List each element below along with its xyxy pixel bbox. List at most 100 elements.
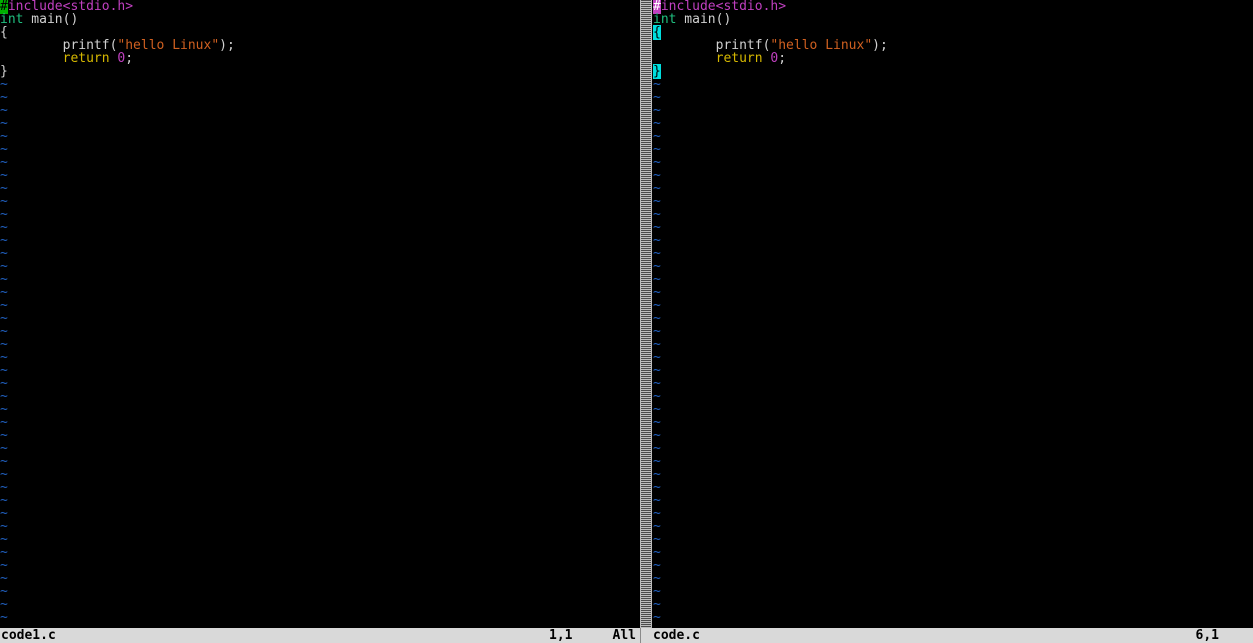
empty-line: ~ [653, 169, 1253, 182]
status-left-percent: All [613, 628, 640, 643]
code-line[interactable]: int main() [0, 13, 639, 26]
pane-left[interactable]: #include<stdio.h>int main(){ printf("hel… [0, 0, 639, 628]
code-line[interactable]: return 0; [0, 52, 639, 65]
empty-line: ~ [0, 260, 639, 273]
code-line[interactable]: } [653, 65, 1253, 78]
empty-line: ~ [0, 585, 639, 598]
empty-line: ~ [0, 494, 639, 507]
code-token: ; [125, 51, 133, 66]
empty-line: ~ [653, 247, 1253, 260]
code-token: return [63, 51, 110, 66]
empty-line: ~ [0, 338, 639, 351]
empty-line: ~ [653, 143, 1253, 156]
empty-line: ~ [0, 286, 639, 299]
empty-line: ~ [0, 377, 639, 390]
empty-line: ~ [653, 546, 1253, 559]
empty-line: ~ [653, 325, 1253, 338]
empty-line: ~ [653, 559, 1253, 572]
empty-line: ~ [0, 520, 639, 533]
code-token: main() [23, 12, 78, 27]
empty-line: ~ [0, 403, 639, 416]
empty-line: ~ [0, 325, 639, 338]
empty-line: ~ [0, 273, 639, 286]
empty-line: ~ [653, 442, 1253, 455]
empty-line: ~ [0, 299, 639, 312]
empty-line: ~ [653, 273, 1253, 286]
code-line[interactable]: #include<stdio.h> [0, 0, 639, 13]
empty-line: ~ [0, 455, 639, 468]
empty-line: ~ [0, 559, 639, 572]
empty-line: ~ [0, 78, 639, 91]
empty-line: ~ [653, 312, 1253, 325]
code-token: ); [872, 38, 888, 53]
empty-line: ~ [653, 117, 1253, 130]
empty-line: ~ [653, 299, 1253, 312]
empty-line: ~ [0, 182, 639, 195]
empty-line: ~ [653, 416, 1253, 429]
code-line[interactable]: return 0; [653, 52, 1253, 65]
empty-line: ~ [653, 390, 1253, 403]
empty-line: ~ [653, 507, 1253, 520]
empty-line: ~ [0, 351, 639, 364]
empty-line: ~ [0, 312, 639, 325]
empty-line: ~ [653, 234, 1253, 247]
empty-line: ~ [0, 234, 639, 247]
status-left: code1.c 1,1 All [0, 628, 640, 643]
vertical-split-separator[interactable] [640, 0, 652, 628]
empty-line: ~ [0, 468, 639, 481]
tilde-marker: ~ [0, 610, 8, 625]
empty-line: ~ [653, 377, 1253, 390]
empty-line: ~ [0, 533, 639, 546]
empty-line: ~ [0, 598, 639, 611]
empty-line: ~ [653, 364, 1253, 377]
empty-line: ~ [653, 182, 1253, 195]
pane-right[interactable]: #include<stdio.h>int main(){ printf("hel… [653, 0, 1253, 628]
empty-line: ~ [653, 91, 1253, 104]
empty-line: ~ [0, 429, 639, 442]
empty-line: ~ [653, 481, 1253, 494]
code-line[interactable]: int main() [653, 13, 1253, 26]
empty-line: ~ [0, 195, 639, 208]
empty-line: ~ [653, 260, 1253, 273]
empty-line: ~ [0, 208, 639, 221]
empty-line: ~ [0, 156, 639, 169]
empty-line: ~ [653, 468, 1253, 481]
empty-line: ~ [653, 338, 1253, 351]
empty-line: ~ [653, 104, 1253, 117]
empty-line: ~ [653, 195, 1253, 208]
tilde-marker: ~ [653, 610, 661, 625]
empty-line: ~ [653, 585, 1253, 598]
code-line[interactable]: #include<stdio.h> [653, 0, 1253, 13]
code-token: ); [219, 38, 235, 53]
empty-line: ~ [0, 442, 639, 455]
empty-line: ~ [653, 78, 1253, 91]
empty-line: ~ [653, 130, 1253, 143]
code-token: ; [778, 51, 786, 66]
empty-line: ~ [0, 507, 639, 520]
status-left-filename: code1.c [0, 628, 56, 643]
empty-line: ~ [0, 130, 639, 143]
empty-line: ~ [653, 156, 1253, 169]
empty-line: ~ [0, 481, 639, 494]
status-line: code1.c 1,1 All code.c 6,1 [0, 628, 1253, 643]
status-separator [640, 628, 652, 643]
status-right-percent [1249, 628, 1253, 643]
empty-line: ~ [0, 364, 639, 377]
code-line[interactable]: } [0, 65, 639, 78]
empty-line: ~ [0, 390, 639, 403]
empty-line: ~ [653, 494, 1253, 507]
empty-line: ~ [653, 520, 1253, 533]
empty-line: ~ [0, 143, 639, 156]
code-token [653, 51, 716, 66]
empty-line: ~ [653, 455, 1253, 468]
empty-line: ~ [0, 546, 639, 559]
code-token: return [716, 51, 763, 66]
empty-line: ~ [653, 598, 1253, 611]
status-right: code.c 6,1 [652, 628, 1253, 643]
code-token [0, 51, 63, 66]
empty-line: ~ [0, 611, 639, 624]
status-right-filename: code.c [652, 628, 700, 643]
empty-line: ~ [653, 429, 1253, 442]
code-token: main() [676, 12, 731, 27]
vim-window: #include<stdio.h>int main(){ printf("hel… [0, 0, 1253, 643]
